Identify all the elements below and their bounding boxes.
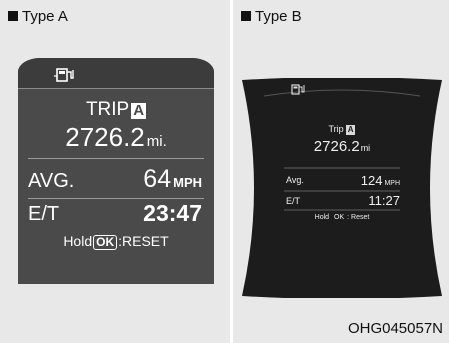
trip-label: Trip	[328, 124, 344, 134]
ok-button-icon: OK	[334, 214, 345, 221]
type-a-label: Type A	[8, 8, 68, 25]
reset-label: :RESET	[118, 233, 169, 249]
et-label: E/T	[286, 196, 301, 206]
trip-badge: A	[131, 102, 147, 119]
reset-label: : Reset	[347, 214, 370, 221]
et-value: 23:47	[143, 200, 202, 226]
avg-unit: MPH	[384, 180, 400, 187]
et-value: 11:27	[368, 193, 400, 208]
type-a-top-strip	[18, 58, 214, 89]
type-b-label: Type B	[241, 8, 302, 25]
avg-value-row: 124 MPH	[361, 172, 400, 190]
type-b-trip-row: Trip A	[240, 124, 444, 135]
distance-value: 2726.2	[65, 122, 145, 152]
hold-reset-row: Hold OK:RESET	[18, 233, 214, 250]
type-a-label-text: Type A	[22, 8, 68, 25]
distance-unit: mi.	[146, 133, 167, 150]
type-a-panel: Type A TRIP A 2726.2 mi. AVG. 64 MPH E/T 23…	[0, 0, 230, 343]
avg-value-row: 64 MPH	[143, 165, 202, 194]
avg-label: AVG.	[28, 170, 75, 192]
hold-label: Hold	[314, 214, 330, 221]
type-a-trip-row: TRIP A	[18, 99, 214, 121]
et-label: E/T	[28, 203, 60, 225]
ok-button-icon: OK	[93, 235, 118, 250]
distance-unit: mi	[360, 143, 371, 153]
avg-value: 124	[360, 173, 383, 188]
hold-label: Hold	[63, 233, 93, 249]
trip-label: TRIP	[85, 99, 130, 120]
type-b-label-text: Type B	[255, 8, 302, 25]
distance-value: 2726.2	[313, 138, 360, 155]
type-b-cluster-screen	[242, 78, 442, 298]
trip-badge: A	[345, 125, 356, 135]
avg-value: 64	[143, 165, 172, 193]
fuel-pump-icon	[54, 68, 74, 82]
divider	[28, 158, 204, 159]
divider	[28, 198, 204, 199]
avg-unit: MPH	[173, 175, 202, 190]
avg-label: Avg.	[286, 175, 304, 185]
fuel-pump-icon	[291, 84, 305, 95]
type-b-distance-row: 2726.2mi	[240, 138, 444, 156]
figure-code: OHG045057N	[347, 320, 443, 337]
square-bullet-icon	[8, 11, 18, 21]
type-a-distance-row: 2726.2 mi.	[18, 122, 214, 153]
type-a-cluster-screen: TRIP A 2726.2 mi. AVG. 64 MPH E/T 23:47 Hol…	[18, 58, 214, 284]
square-bullet-icon	[241, 11, 251, 21]
hold-reset-row: Hold OK: Reset	[240, 214, 444, 221]
